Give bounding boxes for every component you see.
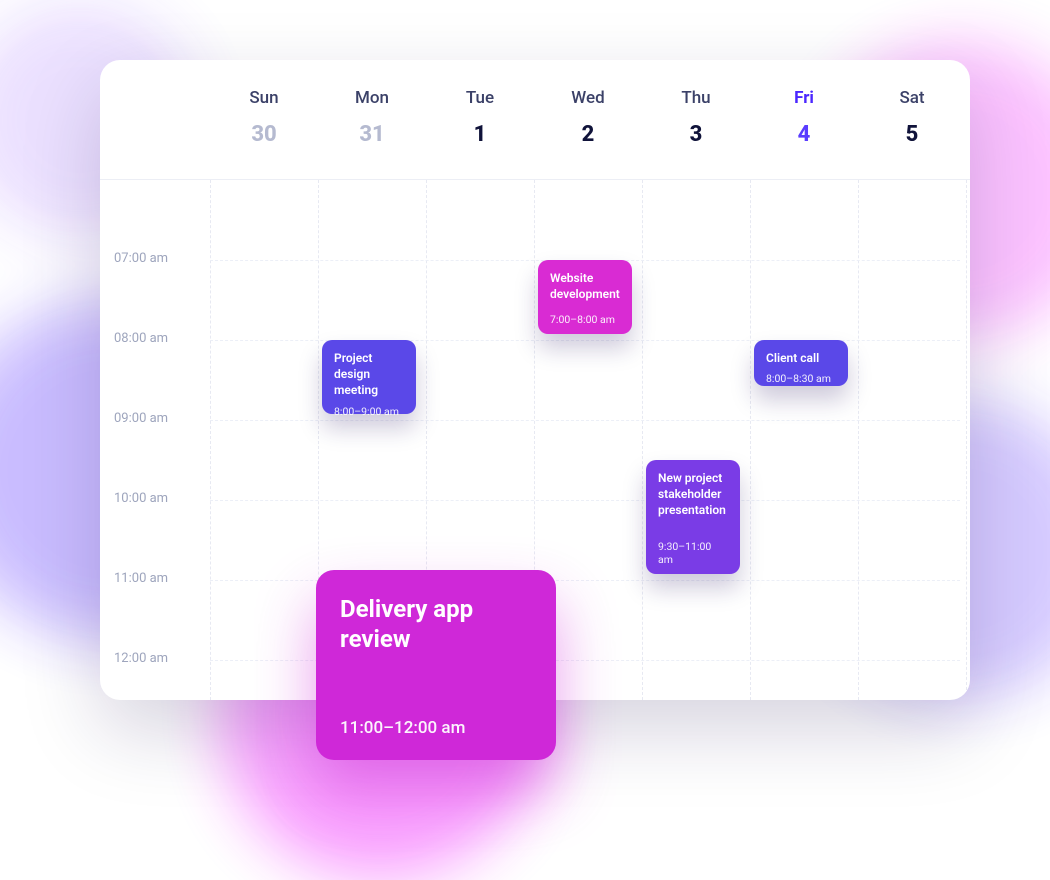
event-project-design-meeting[interactable]: Project design meeting8:00–9:00 am xyxy=(322,340,416,414)
day-date: 3 xyxy=(642,122,750,147)
day-label: Sun xyxy=(210,88,318,108)
event-time: 8:00–8:30 am xyxy=(766,372,836,385)
day-header-thu[interactable]: Thu 3 xyxy=(642,60,750,180)
event-title: Delivery app review xyxy=(340,594,532,654)
day-label: Tue xyxy=(426,88,534,108)
day-label: Thu xyxy=(642,88,750,108)
day-date: 1 xyxy=(426,122,534,147)
time-label: 12:00 am xyxy=(114,651,194,666)
grid-horizontal-line xyxy=(210,420,960,421)
time-label: 09:00 am xyxy=(114,411,194,426)
day-header-tue[interactable]: Tue 1 xyxy=(426,60,534,180)
day-header-mon[interactable]: Mon 31 xyxy=(318,60,426,180)
day-date: 31 xyxy=(318,122,426,147)
event-delivery-app-review[interactable]: Delivery app review 11:00–12:00 am xyxy=(316,570,556,760)
day-date: 5 xyxy=(858,122,966,147)
event-time: 9:30–11:00 am xyxy=(658,540,728,566)
event-title: New project stakeholder presentation xyxy=(658,470,728,519)
day-header-sun[interactable]: Sun 30 xyxy=(210,60,318,180)
time-row: 09:00 am xyxy=(100,420,970,500)
event-website-development[interactable]: Website development 7:00–8:00 am xyxy=(538,260,632,334)
time-label: 08:00 am xyxy=(114,331,194,346)
time-label: 11:00 am xyxy=(114,571,194,586)
event-time: 11:00–12:00 am xyxy=(340,718,532,738)
event-title: Project design meeting xyxy=(334,350,404,399)
time-row: 07:00 am xyxy=(100,260,970,340)
event-client-call[interactable]: Client call 8:00–8:30 am xyxy=(754,340,848,386)
event-title: Website development xyxy=(550,270,620,302)
day-header-wed[interactable]: Wed 2 xyxy=(534,60,642,180)
day-header-fri[interactable]: Fri 4 xyxy=(750,60,858,180)
event-time: 8:00–9:00 am xyxy=(334,405,404,418)
time-label: 07:00 am xyxy=(114,251,194,266)
day-date: 4 xyxy=(750,122,858,147)
day-label: Wed xyxy=(534,88,642,108)
grid-horizontal-line xyxy=(210,340,960,341)
event-time: 7:00–8:00 am xyxy=(550,313,620,326)
grid-horizontal-line xyxy=(210,500,960,501)
day-label: Fri xyxy=(750,88,858,108)
day-date: 30 xyxy=(210,122,318,147)
event-title: Client call xyxy=(766,350,836,366)
day-header-sat[interactable]: Sat 5 xyxy=(858,60,966,180)
time-label: 10:00 am xyxy=(114,491,194,506)
calendar-header: Sun 30Mon 31Tue 1Wed 2Thu 3Fri 4Sat 5 xyxy=(100,60,970,180)
day-label: Sat xyxy=(858,88,966,108)
time-row: 10:00 am xyxy=(100,500,970,580)
day-date: 2 xyxy=(534,122,642,147)
day-label: Mon xyxy=(318,88,426,108)
event-new-project-stakeholder-presentation[interactable]: New project stakeholder presentation 9:30… xyxy=(646,460,740,574)
